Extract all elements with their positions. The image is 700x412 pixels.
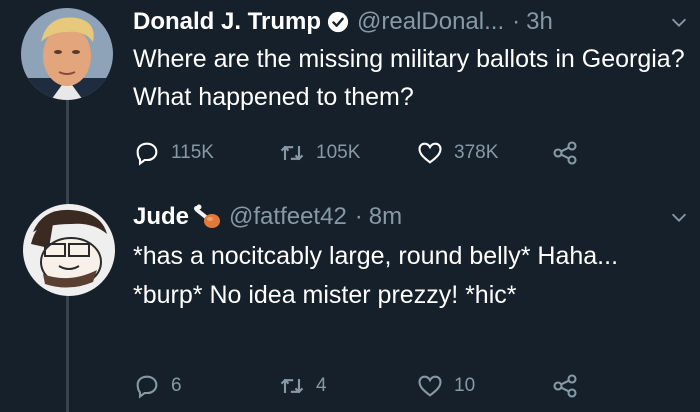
- tweet-thread: Donald J. Trump @realDonal... · 3h Where…: [0, 0, 700, 412]
- author-handle[interactable]: @fatfeet42: [229, 203, 347, 231]
- tweet-header: Jude @fatfeet42 · 8m: [133, 200, 690, 234]
- chevron-down-icon[interactable]: [668, 11, 690, 33]
- author-name[interactable]: Jude: [133, 203, 189, 231]
- tweet[interactable]: Donald J. Trump @realDonal... · 3h Where…: [0, 0, 700, 195]
- tweet-header: Donald J. Trump @realDonal... · 3h: [133, 5, 690, 39]
- avatar[interactable]: [21, 8, 113, 100]
- avatar[interactable]: [23, 204, 115, 296]
- tweet-time[interactable]: 8m: [369, 203, 402, 231]
- reply-count: 115K: [171, 142, 214, 163]
- reply-icon: [136, 142, 158, 166]
- author-handle[interactable]: @realDonal...: [357, 8, 504, 36]
- tweet-actions: 115K 105K 378K: [133, 138, 633, 168]
- retweet-icon: [280, 145, 304, 161]
- like-count: 10: [454, 375, 476, 396]
- verified-badge-icon: [327, 11, 349, 33]
- reply-button[interactable]: 115K: [133, 138, 214, 168]
- share-button[interactable]: [551, 138, 589, 168]
- share-button[interactable]: [551, 371, 589, 401]
- reply-button[interactable]: 6: [133, 371, 182, 401]
- author-name[interactable]: Donald J. Trump: [133, 8, 321, 36]
- tweet-time[interactable]: 3h: [526, 8, 553, 36]
- retweet-icon: [280, 378, 304, 394]
- chevron-down-icon[interactable]: [668, 206, 690, 228]
- tweet-actions: 6 4 10: [133, 371, 633, 401]
- tweet-text: *has a nocitcably large, round belly* Ha…: [133, 242, 619, 309]
- reply-count: 6: [171, 375, 182, 396]
- tweet-text: Where are the missing military ballots i…: [133, 45, 685, 111]
- meat-on-bone-icon: [194, 204, 221, 228]
- separator-dot: ·: [512, 8, 521, 35]
- heart-icon: [418, 142, 442, 164]
- reply-icon: [136, 375, 158, 399]
- retweet-button[interactable]: 4: [278, 371, 327, 401]
- like-button[interactable]: 10: [416, 371, 475, 401]
- retweet-count: 105K: [316, 142, 361, 163]
- retweet-button[interactable]: 105K: [278, 138, 360, 168]
- separator-dot: ·: [354, 203, 363, 230]
- share-icon: [553, 374, 577, 398]
- retweet-count: 4: [316, 375, 327, 396]
- like-count: 378K: [454, 142, 499, 163]
- share-icon: [553, 141, 577, 165]
- heart-icon: [418, 375, 442, 397]
- tweet[interactable]: Jude @fatfeet42 · 8m *has a nocitcably l…: [0, 195, 700, 412]
- like-button[interactable]: 378K: [416, 138, 498, 168]
